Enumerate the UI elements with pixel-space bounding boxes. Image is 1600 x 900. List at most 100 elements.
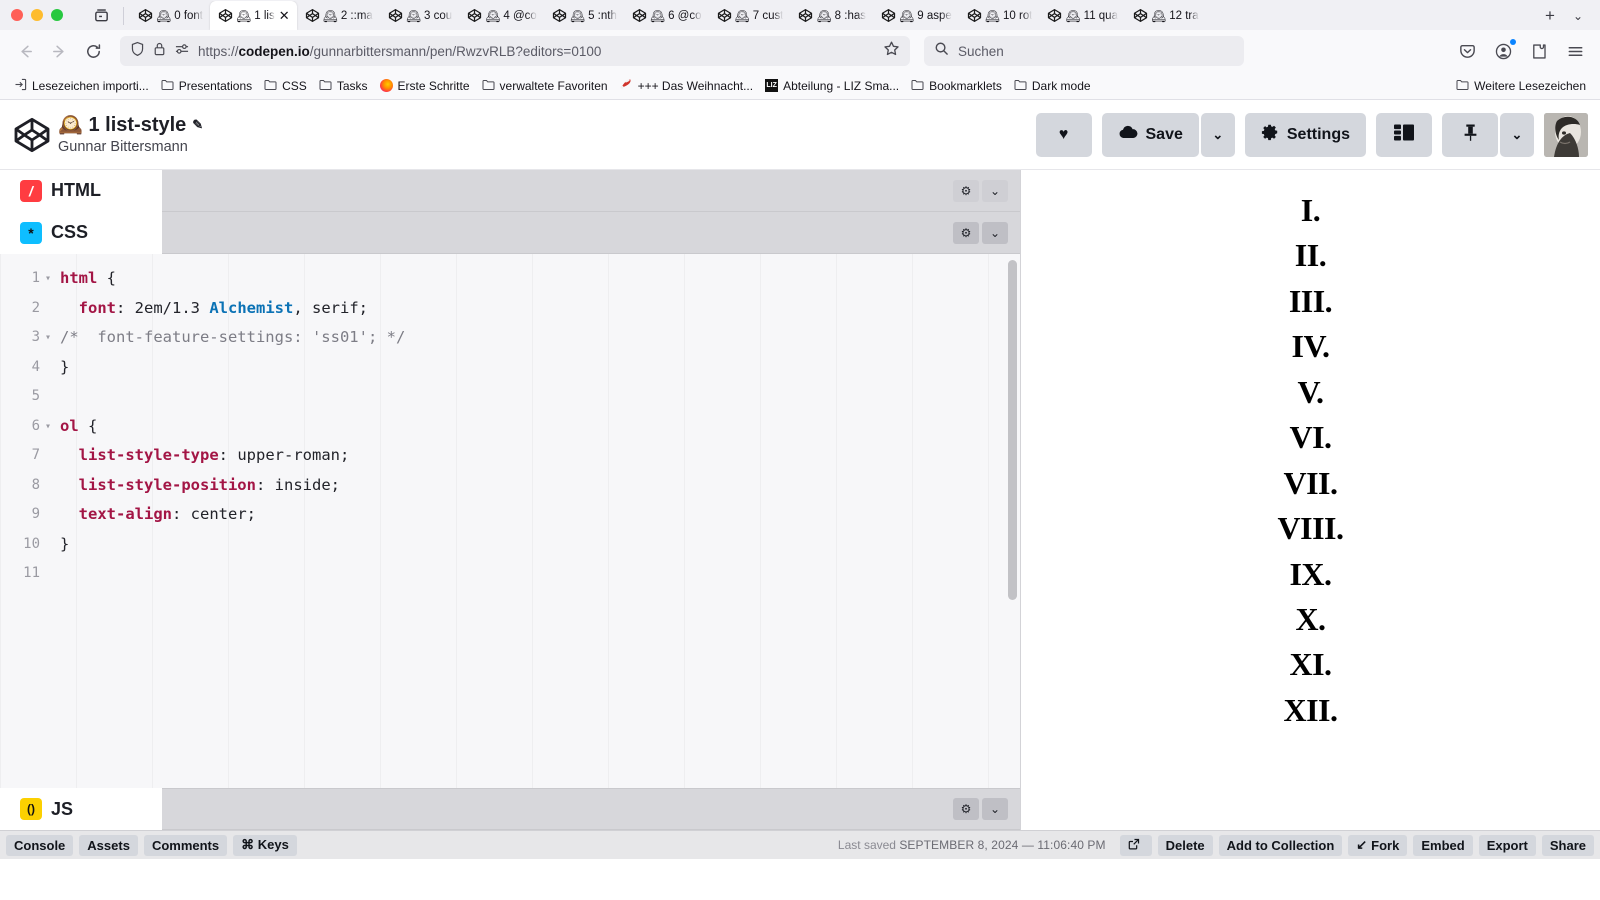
browser-tab[interactable]: 🕰 2 ::ma bbox=[297, 1, 380, 30]
browser-tab[interactable]: 🕰 12 tra bbox=[1125, 1, 1206, 30]
html-pane-header: / HTML ⚙ ⌄ bbox=[0, 169, 1020, 212]
code-fold-toggle[interactable]: ▾ bbox=[40, 412, 56, 442]
change-view-button[interactable] bbox=[1376, 112, 1432, 157]
list-item: IX. bbox=[1289, 555, 1332, 592]
line-number: 9 bbox=[31, 506, 40, 522]
bottom-bar-button[interactable]: ↙ Fork bbox=[1348, 834, 1408, 856]
bottom-bar-button[interactable]: Comments bbox=[143, 834, 228, 856]
other-bookmarks-item[interactable]: Weitere Lesezeichen bbox=[1450, 76, 1592, 96]
codepen-logo-icon[interactable] bbox=[12, 115, 52, 155]
browser-tab[interactable]: 🕰 6 @co bbox=[624, 1, 709, 30]
code-lines: 1 ▾ html {2 font: 2em/1.3 Alchemist, serif… bbox=[0, 254, 1020, 589]
tab-label: 6 @co bbox=[668, 9, 702, 22]
browser-tab[interactable]: 🕰 9 aspe bbox=[873, 1, 959, 30]
firefox-view-icon[interactable] bbox=[85, 1, 117, 29]
browser-tab[interactable]: 🕰 5 :nth bbox=[544, 1, 624, 30]
open-external-button[interactable] bbox=[1119, 834, 1152, 856]
html-collapse-icon[interactable]: ⌄ bbox=[982, 179, 1008, 202]
list-item: XII. bbox=[1283, 691, 1338, 728]
close-window-button[interactable] bbox=[11, 9, 23, 21]
tab-html[interactable]: / HTML bbox=[0, 169, 162, 212]
tab-js[interactable]: () JS bbox=[0, 788, 162, 830]
lock-icon[interactable] bbox=[153, 41, 166, 62]
tab-label: 0 font bbox=[174, 9, 204, 22]
pen-author[interactable]: Gunnar Bittersmann bbox=[58, 138, 203, 157]
avatar[interactable] bbox=[1544, 112, 1588, 157]
bookmark-item[interactable]: Bookmarklets bbox=[905, 76, 1008, 96]
bottom-bar-button[interactable]: Export bbox=[1478, 834, 1536, 856]
bookmark-item[interactable]: Tasks bbox=[313, 76, 374, 96]
url-text[interactable]: https://codepen.io/gunnarbittersmann/pen… bbox=[198, 44, 601, 59]
edit-pencil-icon[interactable]: ✎ bbox=[192, 117, 203, 133]
browser-tab[interactable]: 🕰 0 font bbox=[130, 1, 210, 30]
browser-tab[interactable]: 🕰 3 cou bbox=[380, 1, 459, 30]
bookmark-star-icon[interactable] bbox=[883, 40, 900, 62]
shield-icon[interactable] bbox=[130, 41, 145, 62]
html-settings-icon[interactable]: ⚙ bbox=[953, 179, 979, 202]
browser-tab[interactable]: 🕰 10 rot bbox=[959, 1, 1040, 30]
new-tab-button[interactable]: + bbox=[1536, 2, 1564, 30]
bookmark-label: Presentations bbox=[178, 78, 253, 93]
search-input-placeholder[interactable]: Suchen bbox=[958, 44, 1004, 59]
bottom-bar-button[interactable]: Assets bbox=[79, 834, 138, 856]
close-tab-button[interactable]: ✕ bbox=[279, 9, 290, 22]
save-dropdown-button[interactable]: ⌄ bbox=[1200, 112, 1235, 157]
browser-tab[interactable]: 🕰 11 qua bbox=[1039, 1, 1125, 30]
address-bar[interactable]: https://codepen.io/gunnarbittersmann/pen… bbox=[120, 36, 910, 66]
html-badge-icon: / bbox=[20, 179, 42, 202]
preview-pane[interactable]: I. II. III. IV. V. VI. VII. VIII. IX. X. XI. XII. bbox=[1020, 170, 1600, 830]
code-fold-toggle[interactable]: ▾ bbox=[40, 323, 56, 353]
browser-tab[interactable]: 🕰 7 cust bbox=[709, 1, 791, 30]
browser-tab[interactable]: 🕰 1 lis ✕ bbox=[210, 1, 297, 30]
pin-dropdown-button[interactable]: ⌄ bbox=[1500, 112, 1534, 157]
html-pane-label: HTML bbox=[51, 180, 101, 200]
tab-css[interactable]: * CSS bbox=[0, 211, 162, 254]
bottom-bar-button[interactable]: Delete bbox=[1157, 834, 1213, 856]
bottom-bar-button[interactable]: ⌘ Keys bbox=[233, 834, 297, 856]
bookmark-item[interactable]: Dark mode bbox=[1008, 76, 1097, 96]
search-bar[interactable]: Suchen bbox=[924, 36, 1244, 66]
bookmark-item[interactable]: CSS bbox=[258, 76, 313, 96]
forward-button[interactable] bbox=[42, 36, 76, 66]
minimize-window-button[interactable] bbox=[31, 9, 43, 21]
bottom-bar-button[interactable]: Console bbox=[6, 834, 74, 856]
css-settings-icon[interactable]: ⚙ bbox=[953, 221, 979, 244]
browser-tab[interactable]: 🕰 8 :has bbox=[790, 1, 873, 30]
code-token: Alchemist bbox=[209, 298, 294, 317]
menu-icon[interactable] bbox=[1558, 36, 1592, 66]
tracking-protection-icon[interactable] bbox=[174, 42, 190, 61]
love-button[interactable]: ♥ bbox=[1035, 112, 1092, 157]
reload-button[interactable] bbox=[76, 36, 110, 66]
back-button[interactable] bbox=[8, 36, 42, 66]
editor-scrollbar[interactable] bbox=[1008, 260, 1017, 600]
js-collapse-icon[interactable]: ⌄ bbox=[982, 798, 1008, 820]
bottom-bar-button[interactable]: Share bbox=[1541, 834, 1594, 856]
bookmark-item[interactable]: Erste Schritte bbox=[374, 76, 476, 96]
css-code-editor[interactable]: 1 ▾ html {2 font: 2em/1.3 Alchemist, serif… bbox=[0, 254, 1020, 788]
pocket-icon[interactable] bbox=[1450, 36, 1484, 66]
settings-button[interactable]: Settings bbox=[1244, 112, 1366, 157]
account-icon[interactable] bbox=[1486, 36, 1520, 66]
js-pane-header: () JS ⚙ ⌄ bbox=[0, 788, 1020, 830]
window-controls[interactable] bbox=[11, 0, 79, 30]
bookmark-item[interactable]: +++ Das Weihnacht... bbox=[614, 75, 760, 97]
list-all-tabs-button[interactable]: ⌄ bbox=[1564, 2, 1592, 30]
css-collapse-icon[interactable]: ⌄ bbox=[982, 221, 1008, 244]
save-button[interactable]: Save bbox=[1101, 112, 1199, 157]
browser-tab[interactable]: 🕰 4 @co bbox=[459, 1, 544, 30]
pin-button[interactable] bbox=[1442, 112, 1498, 157]
bookmark-item[interactable]: verwaltete Favoriten bbox=[476, 76, 614, 96]
extensions-icon[interactable] bbox=[1522, 36, 1556, 66]
code-token: inside; bbox=[274, 475, 340, 494]
code-fold-toggle[interactable]: ▾ bbox=[40, 264, 56, 294]
bookmark-item[interactable]: Lesezeichen importi... bbox=[8, 75, 155, 97]
js-settings-icon[interactable]: ⚙ bbox=[953, 798, 979, 820]
santa-hat-icon bbox=[620, 78, 633, 94]
bottom-bar-button-label: Console bbox=[14, 837, 66, 853]
bottom-bar-button[interactable]: Embed bbox=[1413, 834, 1473, 856]
bookmark-item[interactable]: LIZ Abteilung - LIZ Sma... bbox=[759, 76, 905, 96]
bottom-bar-button[interactable]: Add to Collection bbox=[1218, 834, 1343, 856]
bookmark-item[interactable]: Presentations bbox=[155, 76, 258, 96]
zoom-window-button[interactable] bbox=[51, 9, 63, 21]
list-item: X. bbox=[1295, 600, 1326, 637]
